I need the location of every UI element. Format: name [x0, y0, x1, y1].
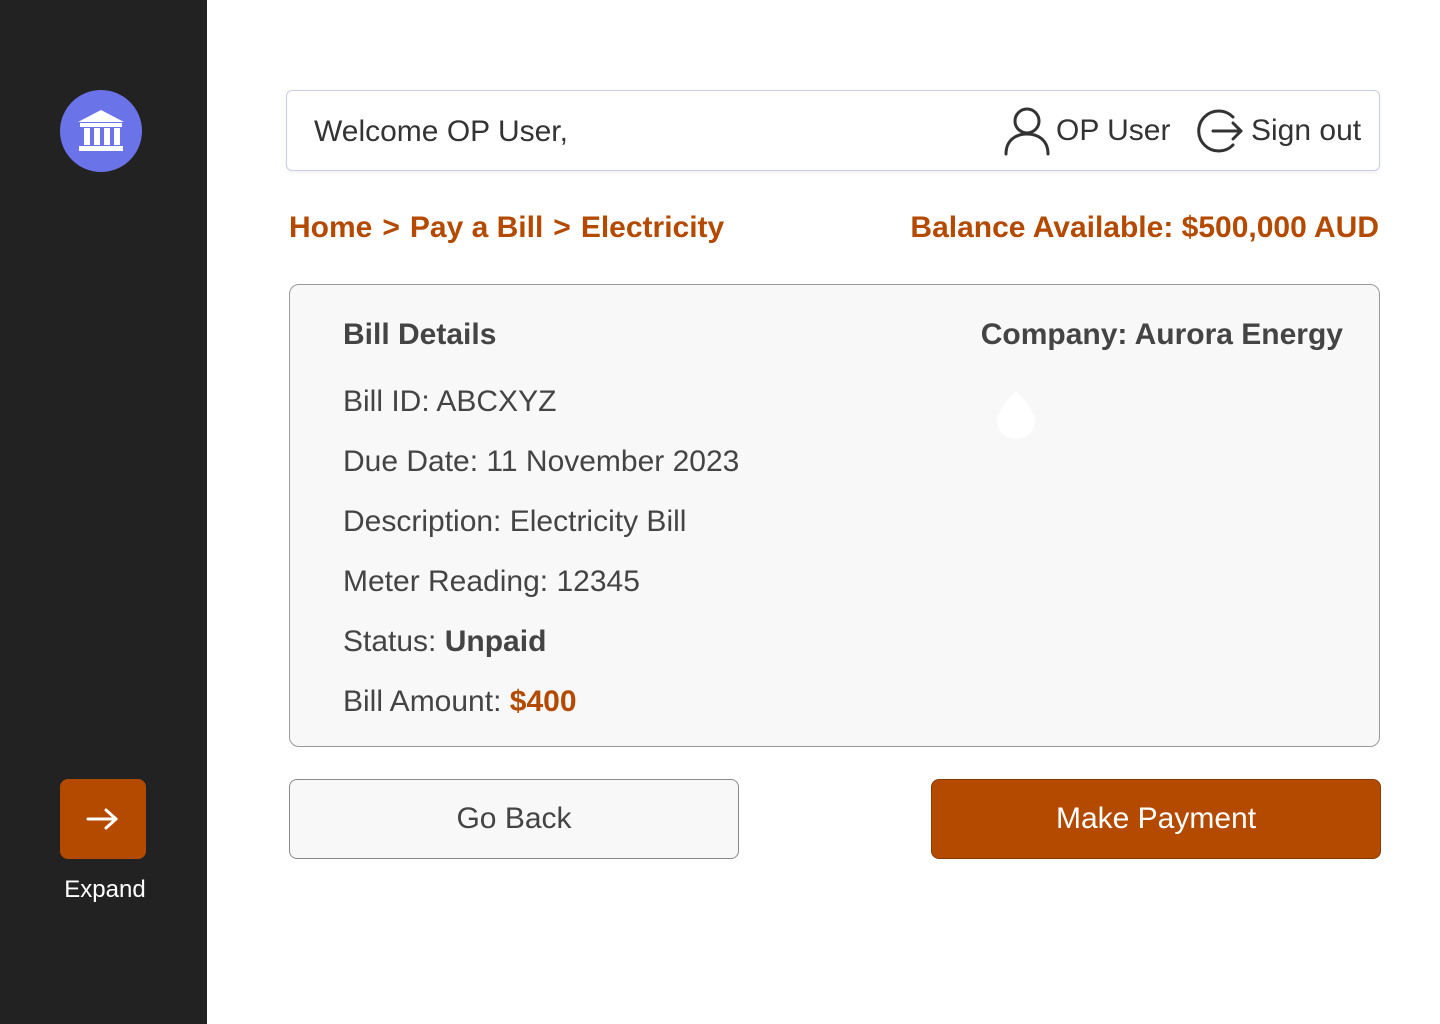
breadcrumb-electricity: Electricity	[580, 211, 725, 244]
description-row: Description: Electricity Bill	[343, 505, 686, 539]
arrow-right-icon	[86, 808, 118, 830]
balance-available: Balance Available: $500,000 AUD	[910, 211, 1379, 244]
breadcrumb-separator: >	[553, 211, 571, 244]
breadcrumb-pay-a-bill[interactable]: Pay a Bill	[410, 211, 543, 245]
bill-details-title: Bill Details	[343, 318, 497, 351]
breadcrumb-separator: >	[382, 211, 400, 244]
header-bar: Welcome OP User, OP User Sign out	[286, 90, 1380, 171]
sign-out-button[interactable]: Sign out	[1197, 103, 1361, 159]
sign-out-label: Sign out	[1251, 114, 1362, 147]
bill-id-label: Bill ID:	[343, 385, 430, 418]
meter-reading-row: Meter Reading: 12345	[343, 565, 640, 599]
breadcrumb-home[interactable]: Home	[289, 211, 372, 245]
expand-label: Expand	[64, 876, 146, 903]
description-label: Description:	[343, 505, 502, 538]
status-label: Status:	[343, 625, 437, 658]
bank-logo-icon	[60, 90, 142, 172]
expand-button[interactable]	[60, 779, 146, 859]
bill-id-value: ABCXYZ	[436, 385, 557, 418]
bill-amount-value: $400	[509, 685, 577, 718]
status-row: Status: Unpaid	[343, 625, 546, 659]
due-date-label: Due Date:	[343, 445, 479, 478]
meter-reading-value: 12345	[556, 565, 640, 598]
bill-details-card: Bill Details Company: Aurora Energy Bill…	[289, 284, 1380, 747]
bill-id-row: Bill ID: ABCXYZ	[343, 385, 556, 419]
sidebar: Expand	[0, 0, 207, 1024]
droplet-icon	[997, 391, 1035, 439]
company-name: Company: Aurora Energy	[980, 318, 1343, 351]
status-badge: Unpaid	[444, 625, 547, 658]
user-name: OP User	[1056, 114, 1171, 147]
breadcrumb: Home > Pay a Bill > Electricity	[289, 211, 724, 245]
due-date-row: Due Date: 11 November 2023	[343, 445, 739, 479]
sign-out-icon	[1197, 109, 1243, 153]
welcome-text: Welcome OP User,	[314, 115, 568, 148]
bill-amount-label: Bill Amount:	[343, 685, 502, 718]
bill-amount-row: Bill Amount: $400	[343, 685, 577, 719]
due-date-value: 11 November 2023	[486, 445, 740, 478]
description-value: Electricity Bill	[509, 505, 687, 538]
go-back-button[interactable]: Go Back	[289, 779, 739, 859]
make-payment-button[interactable]: Make Payment	[931, 779, 1381, 859]
meter-reading-label: Meter Reading:	[343, 565, 549, 598]
user-icon	[1004, 107, 1050, 156]
user-profile[interactable]: OP User	[1002, 103, 1170, 159]
